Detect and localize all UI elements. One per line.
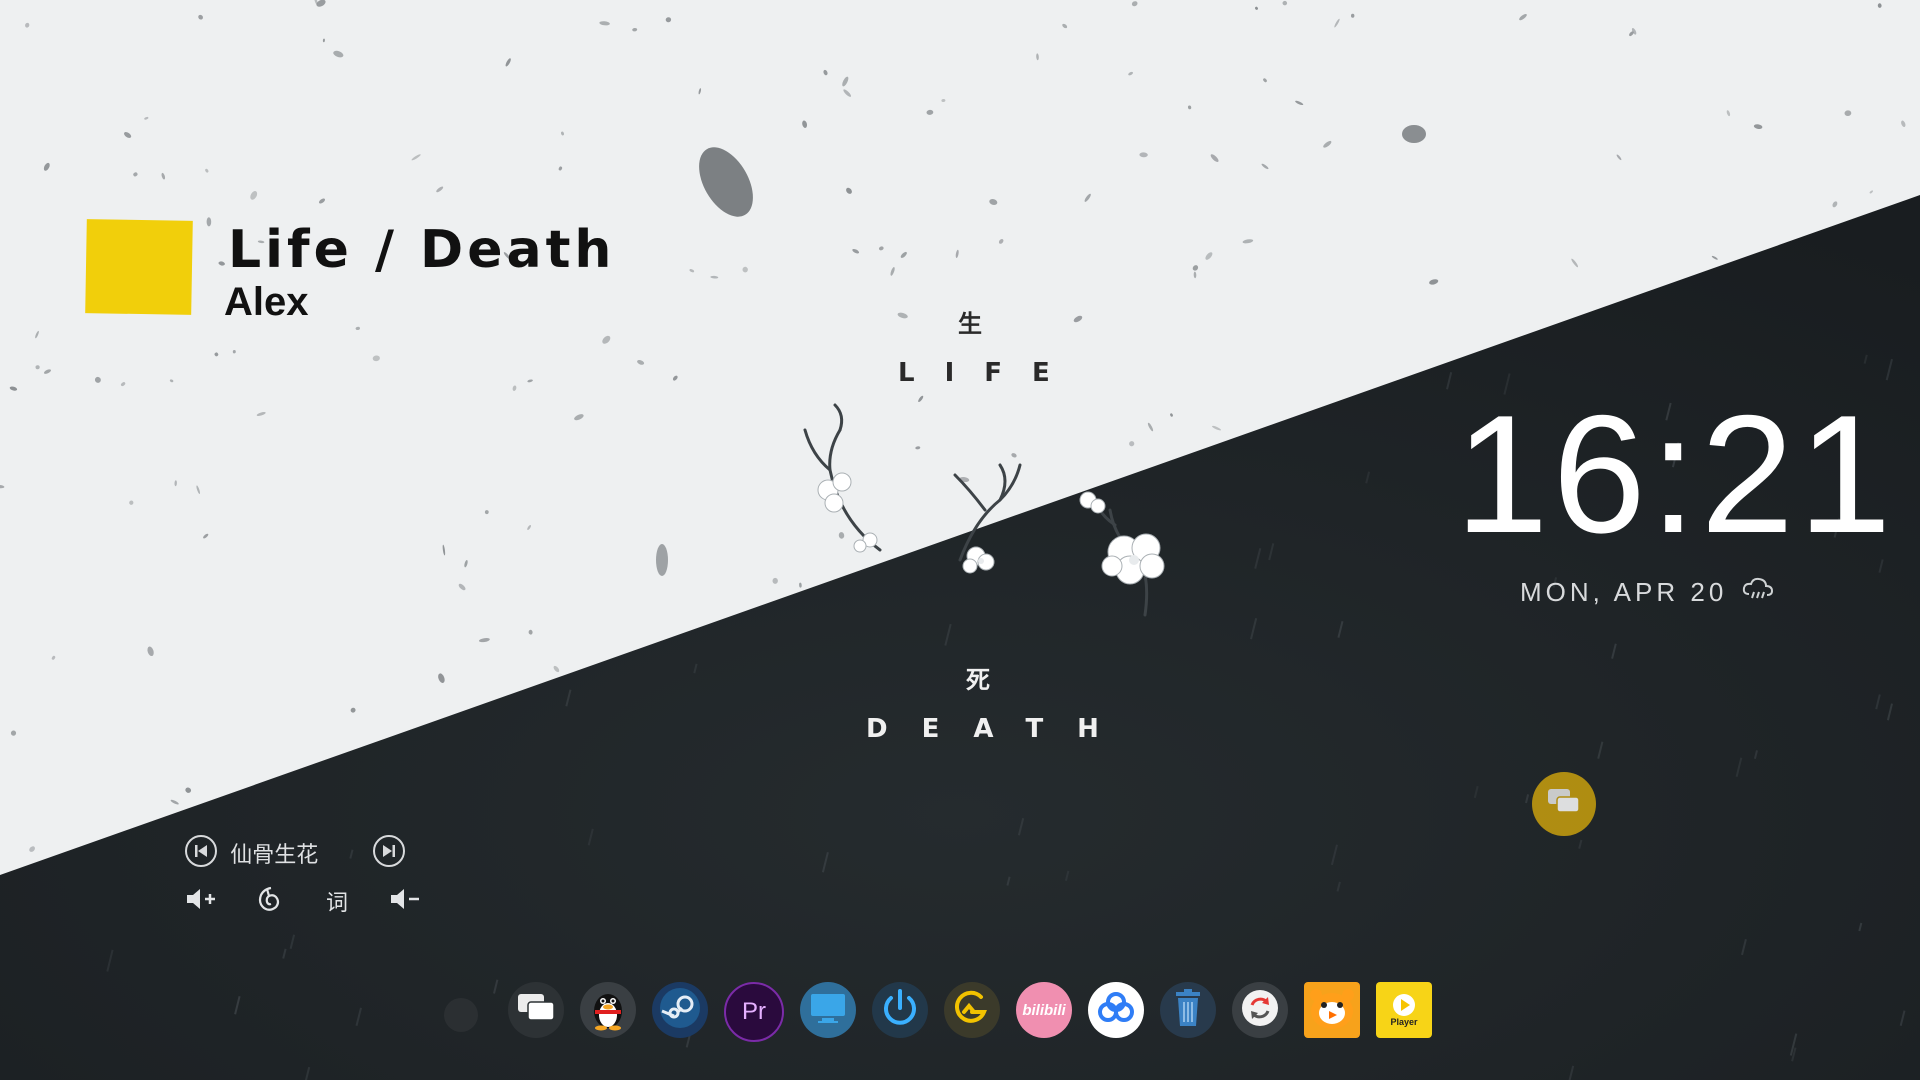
volume-up-icon	[185, 887, 217, 915]
death-character: 死	[966, 666, 990, 694]
dock-item-premiere-pro[interactable]: Pr	[724, 982, 784, 1042]
now-playing-marquee: lTA 仙骨生花	[230, 837, 360, 869]
song-title: Life / Death	[228, 220, 616, 280]
life-character: 生	[958, 310, 982, 338]
dock-item-this-pc[interactable]	[800, 982, 856, 1038]
previous-track-icon	[184, 834, 218, 872]
next-track-button[interactable]	[372, 834, 406, 872]
steam-icon	[657, 985, 703, 1035]
power-icon	[878, 986, 922, 1034]
dock-item-bilibili[interactable]: bilibili	[1016, 982, 1072, 1038]
dock-item-qq[interactable]	[580, 982, 636, 1038]
volume-down-icon	[389, 887, 421, 915]
clock-time: 16:21	[1455, 380, 1896, 568]
premiere-icon: Pr	[742, 998, 766, 1025]
date-row: MON, APR 20	[1520, 576, 1775, 608]
lyrics-button[interactable]: 词	[320, 884, 354, 918]
petal	[1350, 13, 1355, 18]
volume-up-button[interactable]	[184, 884, 218, 918]
music-controls-bottom: 词	[184, 884, 422, 918]
dock-item-app-g[interactable]	[944, 982, 1000, 1038]
song-artist: Alex	[224, 280, 309, 324]
dock-item-sync[interactable]	[1232, 982, 1288, 1038]
dock-item-video-app[interactable]	[1304, 982, 1360, 1038]
dock-item-recycle-bin[interactable]	[1160, 982, 1216, 1038]
penguin-icon	[587, 985, 629, 1035]
life-word: LIFE	[898, 358, 1080, 388]
dock-item-shutdown[interactable]	[872, 982, 928, 1038]
tiger-icon	[1307, 983, 1357, 1037]
previous-track-button[interactable]	[184, 834, 218, 872]
dock-indicator[interactable]	[444, 998, 478, 1032]
dock-item-potplayer[interactable]: Player	[1376, 982, 1432, 1038]
potplayer-label: Player	[1390, 1017, 1418, 1027]
netease-music-icon	[255, 885, 283, 917]
cloud-link-icon	[1094, 990, 1138, 1030]
clock-date: MON, APR 20	[1520, 576, 1728, 607]
dock-item-baidu-netdisk[interactable]	[1088, 982, 1144, 1038]
album-color-block	[85, 219, 193, 315]
now-playing-text: lTA 仙骨生花	[230, 842, 319, 867]
bilibili-icon: bilibili	[1022, 1001, 1066, 1019]
play-icon: Player	[1390, 993, 1418, 1027]
dock: Pr bilibili Player	[508, 982, 1432, 1042]
petal	[772, 577, 778, 584]
dock-item-steam[interactable]	[652, 982, 708, 1038]
chat-bubbles-icon	[1546, 787, 1582, 821]
cloud-rain-icon	[1741, 576, 1775, 608]
g-logo-icon	[950, 986, 994, 1034]
next-track-icon	[372, 834, 406, 872]
chat-bubbles-icon	[516, 992, 556, 1028]
dock-item-messages[interactable]	[508, 982, 564, 1038]
music-controls-top: lTA 仙骨生花	[184, 834, 406, 872]
refresh-icon	[1239, 987, 1281, 1033]
netease-music-button[interactable]	[252, 884, 286, 918]
trash-icon	[1171, 988, 1205, 1032]
volume-down-button[interactable]	[388, 884, 422, 918]
floating-chat-button[interactable]	[1532, 772, 1596, 836]
death-word: DEATH	[866, 714, 1133, 744]
monitor-icon	[808, 990, 848, 1030]
